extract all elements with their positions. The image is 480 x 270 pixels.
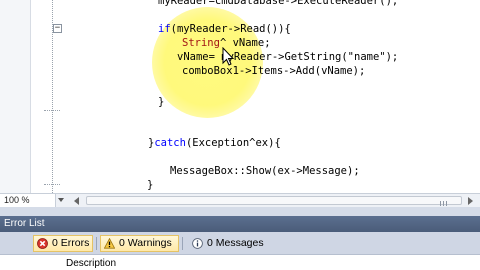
code-line[interactable]: MessageBox::Show(ex->Message); [170,165,360,177]
code-token: (Exception^ex){ [185,137,281,149]
zoom-dropdown-icon[interactable] [58,198,64,202]
error-list-title: Error List [4,218,45,229]
scroll-left-arrow-icon[interactable] [74,197,79,205]
toolbar-separator [96,237,97,250]
editor-status-row: 100 % [0,193,480,207]
scroll-grip-icon [440,201,448,206]
code-line[interactable]: myReader=cmdDatabase->ExecuteReader(); [158,0,398,7]
code-line[interactable]: } [158,96,164,108]
messages-filter-label: 0 Messages [207,237,264,249]
errors-filter-label: 0 Errors [52,237,90,249]
code-line[interactable]: comboBox1->Items->Add(vName); [182,65,365,77]
code-token: comboBox1->Items->Add(vName); [182,65,366,77]
outline-tick [44,184,60,185]
code-token: myReader=cmdDatabase->ExecuteReader(); [158,0,399,7]
scroll-right-arrow-icon[interactable] [468,197,473,205]
mouse-pointer-icon [222,47,235,66]
code-line[interactable]: } [147,179,153,191]
error-icon [37,238,48,249]
warnings-filter-label: 0 Warnings [119,237,172,249]
code-token: vName= myReader->GetString("name"); [177,51,399,63]
code-token: String [182,37,220,49]
error-list-body: Description [0,256,480,270]
error-list-header: Error List [0,216,480,232]
outline-tick [44,110,60,111]
zoom-level[interactable]: 100 % [0,194,56,207]
code-token: MessageBox::Show(ex->Message); [170,165,360,177]
code-token: (myReader->Read()){ [170,23,291,35]
horizontal-scrollbar-thumb[interactable] [86,196,462,206]
code-line[interactable]: if(myReader->Read()){ [158,23,291,35]
code-line[interactable]: }catch(Exception^ex){ [148,137,281,149]
code-editor[interactable]: − myReader=cmdDatabase->ExecuteReader();… [0,0,480,193]
warning-icon [104,238,115,249]
error-list-toolbar: 0 Errors 0 Warnings 0 Messages [0,232,480,255]
collapse-toggle-icon[interactable]: − [53,24,62,33]
line-gutter [0,0,30,193]
info-icon [192,238,203,249]
panel-splitter[interactable] [0,207,480,216]
errors-filter-button[interactable]: 0 Errors [33,235,93,252]
code-line[interactable]: vName= myReader->GetString("name"); [177,51,398,63]
code-token: } [147,179,154,191]
toolbar-separator [182,237,183,250]
warnings-filter-button[interactable]: 0 Warnings [100,235,179,252]
code-token: } [158,96,165,108]
column-header-description[interactable]: Description [66,258,116,270]
messages-filter-button[interactable]: 0 Messages [188,235,268,252]
gutter-separator [30,0,31,193]
code-token: if [158,23,171,35]
code-token: catch [154,137,186,149]
